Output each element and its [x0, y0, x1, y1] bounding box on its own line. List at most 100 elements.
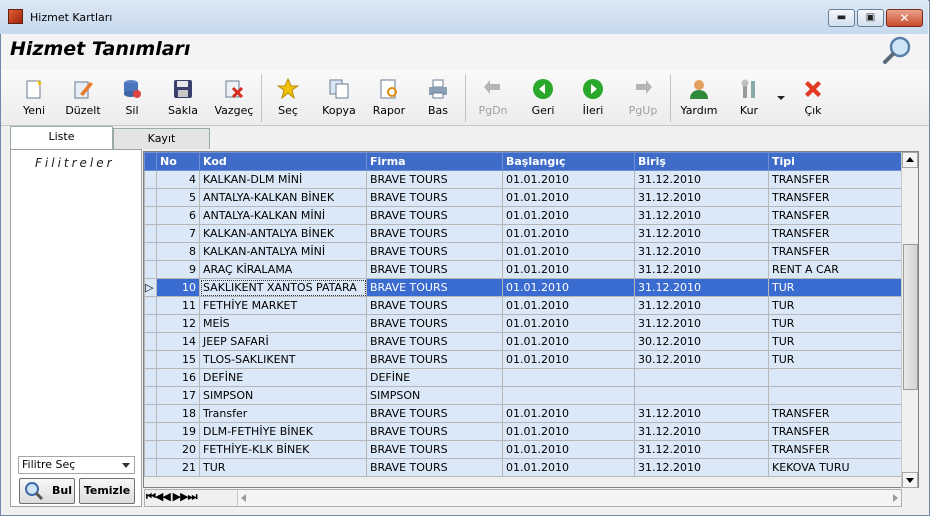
- cell-bitis[interactable]: 31.12.2010: [634, 440, 769, 459]
- help-button[interactable]: Yardım: [678, 74, 720, 122]
- tab-kayit[interactable]: Kayıt: [113, 128, 210, 149]
- cell-bitis[interactable]: 31.12.2010: [634, 278, 769, 297]
- row-indicator[interactable]: [144, 224, 157, 243]
- row-indicator[interactable]: [144, 206, 157, 225]
- header-firma[interactable]: Firma: [366, 152, 503, 171]
- minimize-button[interactable]: ▬: [828, 9, 855, 27]
- header-bitis[interactable]: Biriş: [634, 152, 769, 171]
- cell-baslangic[interactable]: 01.01.2010: [502, 170, 635, 189]
- cell-kod[interactable]: KALKAN-ANTALYA MİNİ: [199, 242, 367, 261]
- cell-bitis[interactable]: [634, 368, 769, 387]
- cell-baslangic[interactable]: 01.01.2010: [502, 422, 635, 441]
- table-row[interactable]: 17 SIMPSON SIMPSON: [144, 386, 902, 405]
- cell-firma[interactable]: BRAVE TOURS: [366, 404, 503, 423]
- cell-no[interactable]: 20: [156, 440, 200, 459]
- vertical-scrollbar[interactable]: [901, 152, 918, 488]
- cell-no[interactable]: 12: [156, 314, 200, 333]
- row-indicator[interactable]: [144, 260, 157, 279]
- table-row[interactable]: 15 TLOS-SAKLIKENT BRAVE TOURS 01.01.2010 30.…: [144, 350, 902, 369]
- cell-kod[interactable]: DEFİNE: [199, 368, 367, 387]
- cell-firma[interactable]: BRAVE TOURS: [366, 206, 503, 225]
- page-up-button[interactable]: PgUp: [624, 74, 662, 122]
- tab-liste[interactable]: Liste: [10, 126, 113, 150]
- print-button[interactable]: Bas: [419, 74, 457, 122]
- cell-baslangic[interactable]: 01.01.2010: [502, 350, 635, 369]
- header-tipi[interactable]: Tipi: [768, 152, 902, 171]
- cell-no[interactable]: 8: [156, 242, 200, 261]
- cell-no[interactable]: 17: [156, 386, 200, 405]
- cell-baslangic[interactable]: 01.01.2010: [502, 440, 635, 459]
- cell-firma[interactable]: BRAVE TOURS: [366, 458, 503, 477]
- row-indicator[interactable]: [144, 188, 157, 207]
- table-row[interactable]: 14 JEEP SAFARİ BRAVE TOURS 01.01.2010 30.12.…: [144, 332, 902, 351]
- table-row[interactable]: 16 DEFİNE DEFİNE: [144, 368, 902, 387]
- cell-baslangic[interactable]: [502, 386, 635, 405]
- report-button[interactable]: Rapor: [368, 74, 410, 122]
- cell-bitis[interactable]: 30.12.2010: [634, 350, 769, 369]
- cell-baslangic[interactable]: 01.01.2010: [502, 314, 635, 333]
- cell-tipi[interactable]: TUR: [768, 350, 902, 369]
- cell-baslangic[interactable]: 01.01.2010: [502, 188, 635, 207]
- cell-no[interactable]: 15: [156, 350, 200, 369]
- row-indicator[interactable]: [144, 458, 157, 477]
- cell-firma[interactable]: BRAVE TOURS: [366, 314, 503, 333]
- cell-kod[interactable]: JEEP SAFARİ: [199, 332, 367, 351]
- cell-bitis[interactable]: [634, 386, 769, 405]
- cell-firma[interactable]: BRAVE TOURS: [366, 224, 503, 243]
- cell-baslangic[interactable]: 01.01.2010: [502, 278, 635, 297]
- table-row[interactable]: 6 ANTALYA-KALKAN MİNİ BRAVE TOURS 01.01.201…: [144, 206, 902, 225]
- cell-no[interactable]: 7: [156, 224, 200, 243]
- row-indicator[interactable]: [144, 440, 157, 459]
- save-button[interactable]: Sakla: [163, 74, 203, 122]
- cell-baslangic[interactable]: 01.01.2010: [502, 260, 635, 279]
- delete-button[interactable]: Sil: [114, 74, 150, 122]
- close-button[interactable]: ✕: [886, 9, 923, 27]
- row-indicator[interactable]: [144, 314, 157, 333]
- cell-bitis[interactable]: 31.12.2010: [634, 170, 769, 189]
- cell-kod[interactable]: SAKLIKENT XANTOS PATARA: [199, 278, 367, 297]
- cell-no[interactable]: 14: [156, 332, 200, 351]
- cell-bitis[interactable]: 31.12.2010: [634, 404, 769, 423]
- cell-baslangic[interactable]: 01.01.2010: [502, 404, 635, 423]
- horizontal-scrollbar[interactable]: [237, 490, 901, 506]
- table-row[interactable]: 7 KALKAN-ANTALYA BİNEK BRAVE TOURS 01.01.20…: [144, 224, 902, 243]
- cell-tipi[interactable]: [768, 386, 902, 405]
- cell-no[interactable]: 6: [156, 206, 200, 225]
- filter-select[interactable]: Filitre Seç: [18, 456, 135, 474]
- cell-tipi[interactable]: TUR: [768, 278, 902, 297]
- cell-kod[interactable]: FETHİYE-KLK BİNEK: [199, 440, 367, 459]
- cell-bitis[interactable]: 31.12.2010: [634, 242, 769, 261]
- exit-button[interactable]: Çık: [794, 74, 832, 122]
- table-row[interactable]: 4 KALKAN-DLM MİNİ BRAVE TOURS 01.01.2010 31.…: [144, 170, 902, 189]
- cell-kod[interactable]: SIMPSON: [199, 386, 367, 405]
- scroll-thumb[interactable]: [903, 244, 918, 390]
- cell-firma[interactable]: DEFİNE: [366, 368, 503, 387]
- cell-bitis[interactable]: 31.12.2010: [634, 224, 769, 243]
- settings-button[interactable]: Kur: [730, 74, 768, 122]
- cell-bitis[interactable]: 31.12.2010: [634, 458, 769, 477]
- cell-kod[interactable]: Transfer: [199, 404, 367, 423]
- row-indicator[interactable]: [144, 404, 157, 423]
- cell-baslangic[interactable]: 01.01.2010: [502, 296, 635, 315]
- scroll-up-button[interactable]: [902, 152, 918, 168]
- cell-no[interactable]: 10: [156, 278, 200, 297]
- table-row[interactable]: ▷ 10 SAKLIKENT XANTOS PATARA BRAVE TOURS 01.…: [144, 278, 902, 297]
- row-indicator[interactable]: [144, 368, 157, 387]
- cell-tipi[interactable]: TRANSFER: [768, 188, 902, 207]
- cell-tipi[interactable]: TRANSFER: [768, 422, 902, 441]
- cell-kod[interactable]: TUR: [199, 458, 367, 477]
- row-indicator[interactable]: [144, 242, 157, 261]
- row-indicator[interactable]: [144, 170, 157, 189]
- cell-kod[interactable]: KALKAN-DLM MİNİ: [199, 170, 367, 189]
- cell-kod[interactable]: ANTALYA-KALKAN BİNEK: [199, 188, 367, 207]
- table-row[interactable]: 18 Transfer BRAVE TOURS 01.01.2010 31.12.201…: [144, 404, 902, 423]
- cell-firma[interactable]: BRAVE TOURS: [366, 332, 503, 351]
- maximize-button[interactable]: ▣: [857, 9, 884, 27]
- cell-firma[interactable]: BRAVE TOURS: [366, 440, 503, 459]
- row-indicator[interactable]: [144, 350, 157, 369]
- cell-no[interactable]: 9: [156, 260, 200, 279]
- forward-button[interactable]: İleri: [574, 74, 612, 122]
- clear-button[interactable]: Temizle: [79, 478, 135, 504]
- cell-tipi[interactable]: TRANSFER: [768, 404, 902, 423]
- cell-no[interactable]: 5: [156, 188, 200, 207]
